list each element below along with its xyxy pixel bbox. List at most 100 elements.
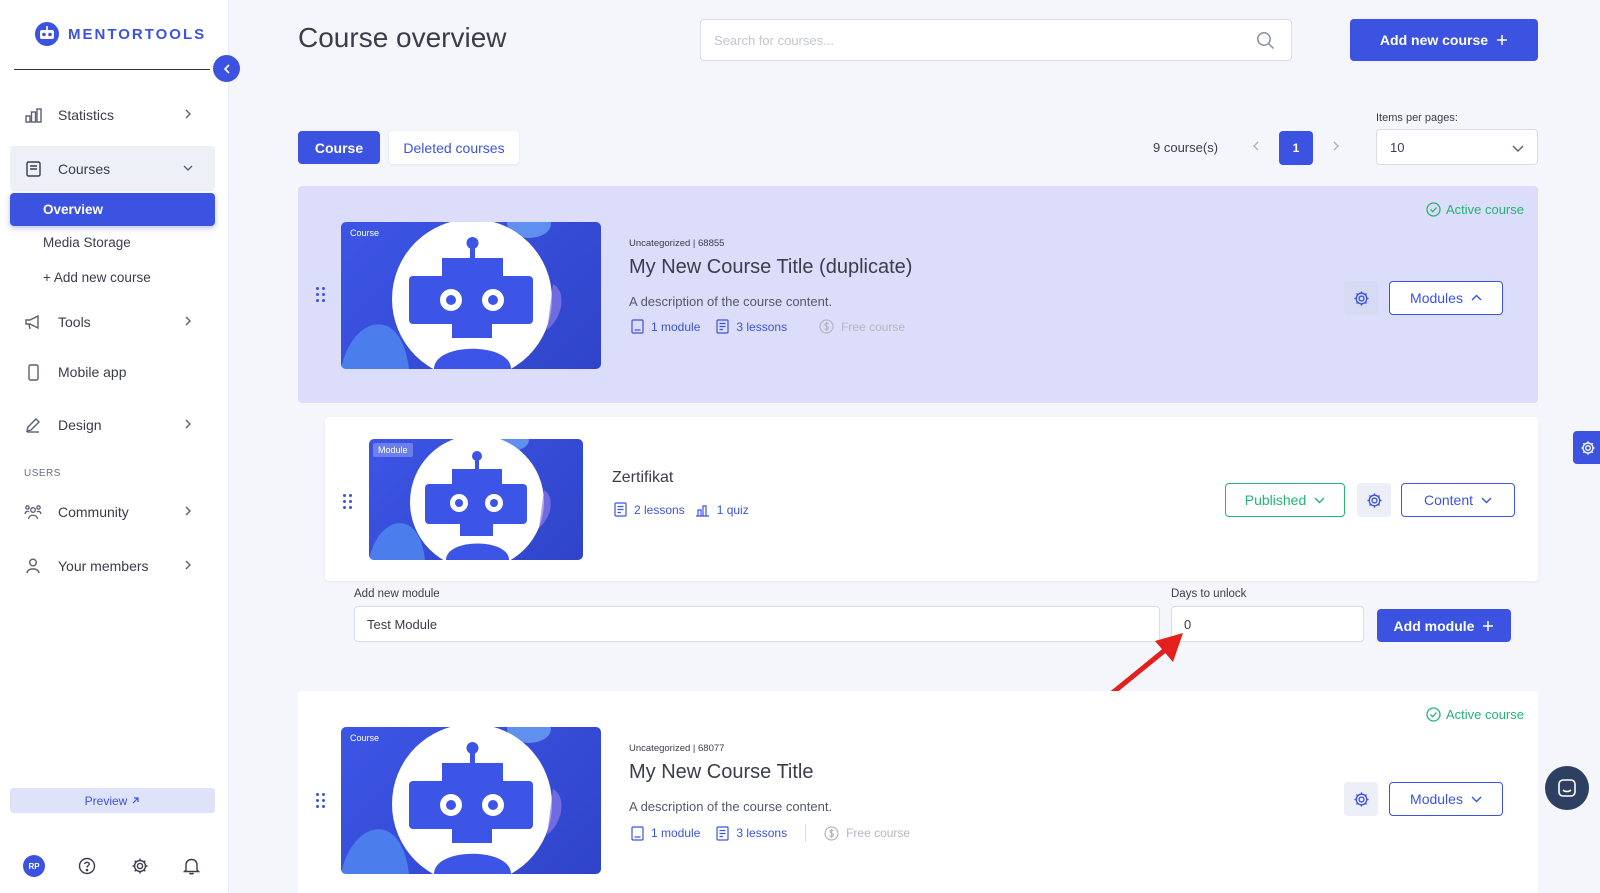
quiz-count[interactable]: 1 quiz bbox=[695, 503, 749, 517]
sidebar-subitem-media-storage[interactable]: Media Storage bbox=[10, 226, 215, 259]
document-icon bbox=[716, 319, 729, 334]
course-title[interactable]: My New Course Title (duplicate) bbox=[629, 256, 912, 279]
divider bbox=[14, 69, 210, 70]
content-dropdown-button[interactable]: Content bbox=[1401, 483, 1515, 517]
tab-course[interactable]: Course bbox=[298, 131, 380, 164]
chevron-right-icon bbox=[185, 419, 191, 429]
course-settings-button[interactable] bbox=[1344, 281, 1378, 315]
publish-status-label: Published bbox=[1244, 492, 1307, 508]
community-icon bbox=[24, 503, 42, 521]
sidebar-item-label: Statistics bbox=[58, 107, 115, 123]
floating-settings-button[interactable] bbox=[1573, 431, 1600, 464]
add-module-button[interactable]: Add module bbox=[1377, 609, 1511, 642]
modules-count[interactable]: 1 module bbox=[631, 825, 701, 841]
add-module-label: Add module bbox=[1393, 617, 1475, 634]
lessons-count[interactable]: 3 lessons bbox=[716, 319, 787, 334]
pagination-prev-button[interactable] bbox=[1252, 140, 1260, 155]
book-icon bbox=[631, 825, 644, 841]
settings-icon[interactable] bbox=[131, 857, 149, 875]
price-badge: Free course bbox=[819, 319, 905, 334]
collapse-sidebar-button[interactable] bbox=[213, 55, 240, 82]
days-to-unlock-field[interactable] bbox=[1171, 606, 1364, 642]
search-icon[interactable] bbox=[1256, 31, 1275, 50]
lessons-count-label: 3 lessons bbox=[736, 319, 788, 334]
preview-label: Preview bbox=[84, 793, 128, 808]
robot-illustration bbox=[369, 439, 551, 560]
course-description: A description of the course content. bbox=[629, 799, 833, 814]
lessons-count[interactable]: 3 lessons bbox=[716, 825, 787, 841]
sidebar-footer: RP bbox=[23, 855, 208, 877]
gear-icon bbox=[1366, 492, 1382, 508]
days-to-unlock-input[interactable] bbox=[1184, 616, 1363, 632]
chevron-down-icon bbox=[1314, 497, 1325, 504]
course-thumbnail[interactable]: Course bbox=[341, 222, 601, 369]
module-title[interactable]: Zertifikat bbox=[612, 469, 673, 487]
preview-button[interactable]: Preview bbox=[10, 788, 215, 813]
module-settings-button[interactable] bbox=[1357, 483, 1391, 517]
sidebar-item-design[interactable]: Design bbox=[10, 405, 215, 445]
chat-icon bbox=[1558, 779, 1576, 797]
check-circle-icon bbox=[1426, 707, 1441, 722]
bell-icon[interactable] bbox=[183, 857, 200, 875]
course-count: 9 course(s) bbox=[1153, 140, 1219, 155]
search-bar[interactable] bbox=[700, 19, 1292, 61]
content-button-label: Content bbox=[1423, 492, 1474, 508]
modules-toggle-button[interactable]: Modules bbox=[1389, 782, 1503, 816]
sidebar-item-label: Your members bbox=[58, 558, 149, 574]
book-icon bbox=[24, 160, 42, 178]
logo[interactable]: MENTORTOOLS bbox=[33, 20, 206, 48]
search-input[interactable] bbox=[714, 32, 1214, 48]
course-card: Course Uncategorized | 68855 My New Cour… bbox=[298, 186, 1538, 403]
plus-icon bbox=[1483, 620, 1494, 631]
quiz-count-label: 1 quiz bbox=[716, 502, 749, 517]
lessons-count[interactable]: 2 lessons bbox=[614, 502, 685, 517]
sidebar-item-tools[interactable]: Tools bbox=[10, 302, 215, 342]
modules-toggle-button[interactable]: Modules bbox=[1389, 281, 1503, 315]
chevron-right-icon bbox=[1333, 141, 1339, 151]
sidebar-item-label: Courses bbox=[58, 160, 111, 177]
modules-count[interactable]: 1 module bbox=[631, 319, 700, 334]
sidebar-subitem-add-new-course[interactable]: + Add new course bbox=[10, 261, 215, 294]
price-label: Free course bbox=[846, 826, 911, 840]
module-thumbnail[interactable]: Module bbox=[369, 439, 583, 560]
avatar[interactable]: RP bbox=[23, 855, 45, 877]
sidebar-item-courses[interactable]: Courses bbox=[10, 146, 215, 191]
add-module-name-field[interactable] bbox=[354, 606, 1160, 642]
drag-handle-icon[interactable] bbox=[316, 793, 325, 808]
sidebar-item-statistics[interactable]: Statistics bbox=[10, 95, 215, 135]
modules-button-label: Modules bbox=[1410, 791, 1463, 807]
gear-icon bbox=[1353, 791, 1369, 807]
gear-icon bbox=[1581, 440, 1595, 455]
thumbnail-tag: Course bbox=[350, 228, 380, 238]
drag-handle-icon[interactable] bbox=[316, 287, 325, 302]
sidebar-subitem-overview[interactable]: Overview bbox=[10, 193, 215, 226]
modules-count-label: 1 module bbox=[651, 826, 701, 840]
course-thumbnail[interactable]: Course bbox=[341, 727, 601, 874]
drag-handle-icon[interactable] bbox=[343, 494, 352, 509]
quiz-icon bbox=[695, 504, 709, 517]
add-new-course-button[interactable]: Add new course bbox=[1350, 19, 1538, 61]
megaphone-icon bbox=[24, 313, 42, 331]
chat-widget-button[interactable] bbox=[1545, 766, 1589, 810]
pagination-page-1[interactable]: 1 bbox=[1279, 131, 1313, 165]
course-settings-button[interactable] bbox=[1344, 782, 1378, 816]
tab-deleted-courses[interactable]: Deleted courses bbox=[389, 131, 519, 164]
items-per-page-select[interactable]: 10 bbox=[1376, 129, 1538, 165]
module-name-input[interactable] bbox=[367, 616, 1159, 632]
sidebar-item-mobile-app[interactable]: Mobile app bbox=[10, 352, 215, 392]
document-icon bbox=[614, 502, 627, 517]
sidebar-item-community[interactable]: Community bbox=[10, 492, 215, 532]
status-label: Active course bbox=[1445, 707, 1524, 722]
publish-status-dropdown[interactable]: Published bbox=[1225, 483, 1345, 517]
sidebar-item-your-members[interactable]: Your members bbox=[10, 546, 215, 586]
course-title[interactable]: My New Course Title bbox=[629, 761, 814, 784]
chevron-right-icon bbox=[185, 316, 191, 326]
robot-logo-icon bbox=[35, 22, 59, 46]
help-icon[interactable] bbox=[78, 857, 96, 875]
sidebar-item-label: Mobile app bbox=[58, 364, 127, 380]
bar-chart-icon bbox=[24, 106, 42, 124]
pagination-next-button[interactable] bbox=[1332, 140, 1340, 155]
chevron-left-icon bbox=[223, 63, 230, 74]
sidebar-item-label: Tools bbox=[58, 314, 91, 330]
pencil-icon bbox=[24, 416, 42, 434]
